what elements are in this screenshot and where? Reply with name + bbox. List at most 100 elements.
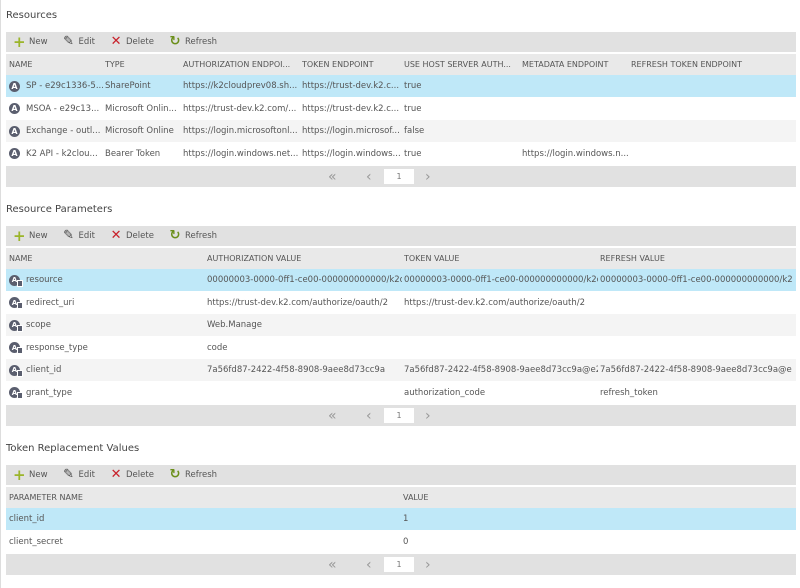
column-header[interactable]: REFRESH VALUE [600, 248, 792, 269]
previous-page-icon[interactable]: ‹ [366, 554, 372, 575]
table-row[interactable]: A SP - e29c1336-5... SharePoint https://k2c… [6, 75, 796, 97]
column-header[interactable]: AUTHORIZATION VALUE [207, 248, 402, 269]
column-header[interactable]: TOKEN VALUE [404, 248, 598, 269]
table-cell: Aresource [9, 269, 205, 291]
next-page-icon[interactable]: › [425, 166, 431, 187]
refresh-button[interactable]: ↻ Refresh [169, 34, 218, 49]
cell-text: resource [26, 275, 63, 285]
table-cell [631, 143, 791, 165]
table-cell: 7a56fd87-2422-4f58-8908-9aee8d73cc9a@e2.… [404, 359, 598, 381]
previous-page-icon[interactable]: ‹ [366, 405, 372, 426]
cell-text: https://trust-dev.k2.com/... [183, 103, 297, 114]
table-cell: true [404, 75, 520, 97]
edit-button[interactable]: ✎ Edit [63, 468, 96, 481]
table-cell: A SP - e29c1336-5... [9, 75, 103, 97]
table-cell: Bearer Token [105, 143, 181, 165]
delete-button[interactable]: ✕ Delete [110, 228, 154, 243]
first-page-icon[interactable]: « [328, 554, 337, 575]
table-cell: refresh_token [600, 382, 792, 404]
table-cell: client_id [9, 508, 401, 530]
first-page-icon[interactable]: « [328, 166, 337, 187]
grid-header: NAME TYPE AUTHORIZATION ENDPOI... TOKEN END… [6, 54, 796, 75]
table-row[interactable]: Agrant_type authorization_code refresh_tok… [6, 382, 796, 404]
page-number-input[interactable]: 1 [384, 557, 414, 572]
table-row[interactable]: client_id 1 [6, 508, 796, 530]
delete-button[interactable]: ✕ Delete [110, 468, 154, 481]
cell-text: client_secret [9, 536, 63, 547]
table-cell: https://trust-dev.k2.com/... [183, 98, 300, 120]
edit-button[interactable]: ✎ Edit [63, 229, 96, 242]
column-header[interactable]: TOKEN ENDPOINT [302, 54, 402, 75]
column-header[interactable]: NAME [9, 54, 103, 75]
cell-text: Microsoft Onlin... [105, 103, 177, 114]
cell-text: https://login.microsoftonl... [183, 126, 298, 136]
cell-text: 0 [403, 536, 409, 547]
table-cell: true [404, 143, 520, 165]
column-header[interactable]: TYPE [105, 54, 181, 75]
cell-text: refresh_token [600, 387, 658, 398]
table-cell: Microsoft Online [105, 120, 181, 142]
cell-text: authorization_code [404, 387, 486, 398]
toolbar: + New ✎ Edit ✕ Delete ↻ Refresh [6, 32, 796, 52]
resource-icon: A [9, 103, 20, 114]
table-cell: Aclient_id [9, 359, 205, 381]
pager: « ‹ 1 › [6, 166, 796, 187]
button-label: Delete [126, 231, 154, 241]
column-header[interactable]: USE HOST SERVER AUTH... [404, 54, 520, 75]
first-page-icon[interactable]: « [328, 405, 337, 426]
table-cell [207, 382, 402, 404]
table-cell [522, 120, 629, 142]
table-row[interactable]: Aresource 00000003-0000-0ff1-ce00-0000000… [6, 269, 796, 291]
new-button[interactable]: + New [13, 35, 48, 50]
button-label: Refresh [184, 470, 218, 480]
section-title: Resource Parameters [6, 204, 113, 215]
table-cell: https://trust-dev.k2.com/authorize/oauth… [404, 292, 598, 314]
delete-x-icon: ✕ [110, 228, 122, 243]
table-row[interactable]: A MSOA - e29c13... Microsoft Onlin... https… [6, 98, 796, 120]
table-cell [631, 98, 791, 120]
page-number-input[interactable]: 1 [384, 169, 414, 184]
column-header[interactable]: VALUE [403, 487, 793, 508]
button-label: Delete [126, 37, 154, 47]
table-cell: 00000003-0000-0ff1-ce00-000000000000/k2c… [600, 269, 792, 291]
new-button[interactable]: + New [13, 229, 48, 244]
column-header[interactable]: METADATA ENDPOINT [522, 54, 629, 75]
refresh-button[interactable]: ↻ Refresh [169, 229, 218, 242]
table-row[interactable]: Aclient_id 7a56fd87-2422-4f58-8908-9aee8d… [6, 359, 796, 381]
button-label: New [29, 231, 48, 241]
refresh-icon: ↻ [169, 34, 181, 49]
table-row[interactable]: A Exchange - outl... Microsoft Online https… [6, 120, 796, 142]
column-header[interactable]: AUTHORIZATION ENDPOI... [183, 54, 300, 75]
cell-text: https://trust-dev.k2.com/authorize/oauth… [207, 297, 388, 308]
page-number-input[interactable]: 1 [384, 408, 414, 423]
table-row[interactable]: A K2 API - k2clou... Bearer Token https://l… [6, 143, 796, 165]
table-cell: Aresponse_type [9, 337, 205, 359]
pager: « ‹ 1 › [6, 554, 796, 575]
column-header[interactable]: REFRESH TOKEN ENDPOINT [631, 54, 791, 75]
column-header[interactable]: PARAMETER NAME [9, 487, 401, 508]
table-row[interactable]: Aredirect_uri https://trust-dev.k2.com/au… [6, 292, 796, 314]
table-cell: 1 [403, 508, 793, 530]
column-header[interactable]: NAME [9, 248, 205, 269]
table-row[interactable]: Ascope Web.Manage [6, 314, 796, 336]
parameter-icon: A [9, 387, 23, 399]
cell-text: 7a56fd87-2422-4f58-8908-9aee8d73cc9a@e2.… [404, 365, 598, 375]
new-button[interactable]: + New [13, 466, 48, 484]
table-cell: https://login.microsoftonl... [183, 120, 300, 142]
cell-text: https://login.microsof... [302, 126, 400, 136]
edit-button[interactable]: ✎ Edit [63, 35, 95, 48]
next-page-icon[interactable]: › [425, 405, 431, 426]
cell-text: client_id [26, 365, 62, 375]
table-row[interactable]: client_secret 0 [6, 531, 796, 553]
table-cell [631, 75, 791, 97]
cell-text: https://login.windows.net... [183, 148, 299, 159]
previous-page-icon[interactable]: ‹ [366, 166, 372, 187]
delete-button[interactable]: ✕ Delete [110, 35, 154, 48]
button-label: Edit [78, 231, 96, 241]
button-label: Edit [78, 470, 96, 480]
next-page-icon[interactable]: › [425, 554, 431, 575]
table-row[interactable]: Aresponse_type code [6, 337, 796, 359]
table-cell: Web.Manage [207, 314, 402, 336]
refresh-button[interactable]: ↻ Refresh [169, 468, 218, 481]
plus-icon: + [13, 466, 26, 484]
